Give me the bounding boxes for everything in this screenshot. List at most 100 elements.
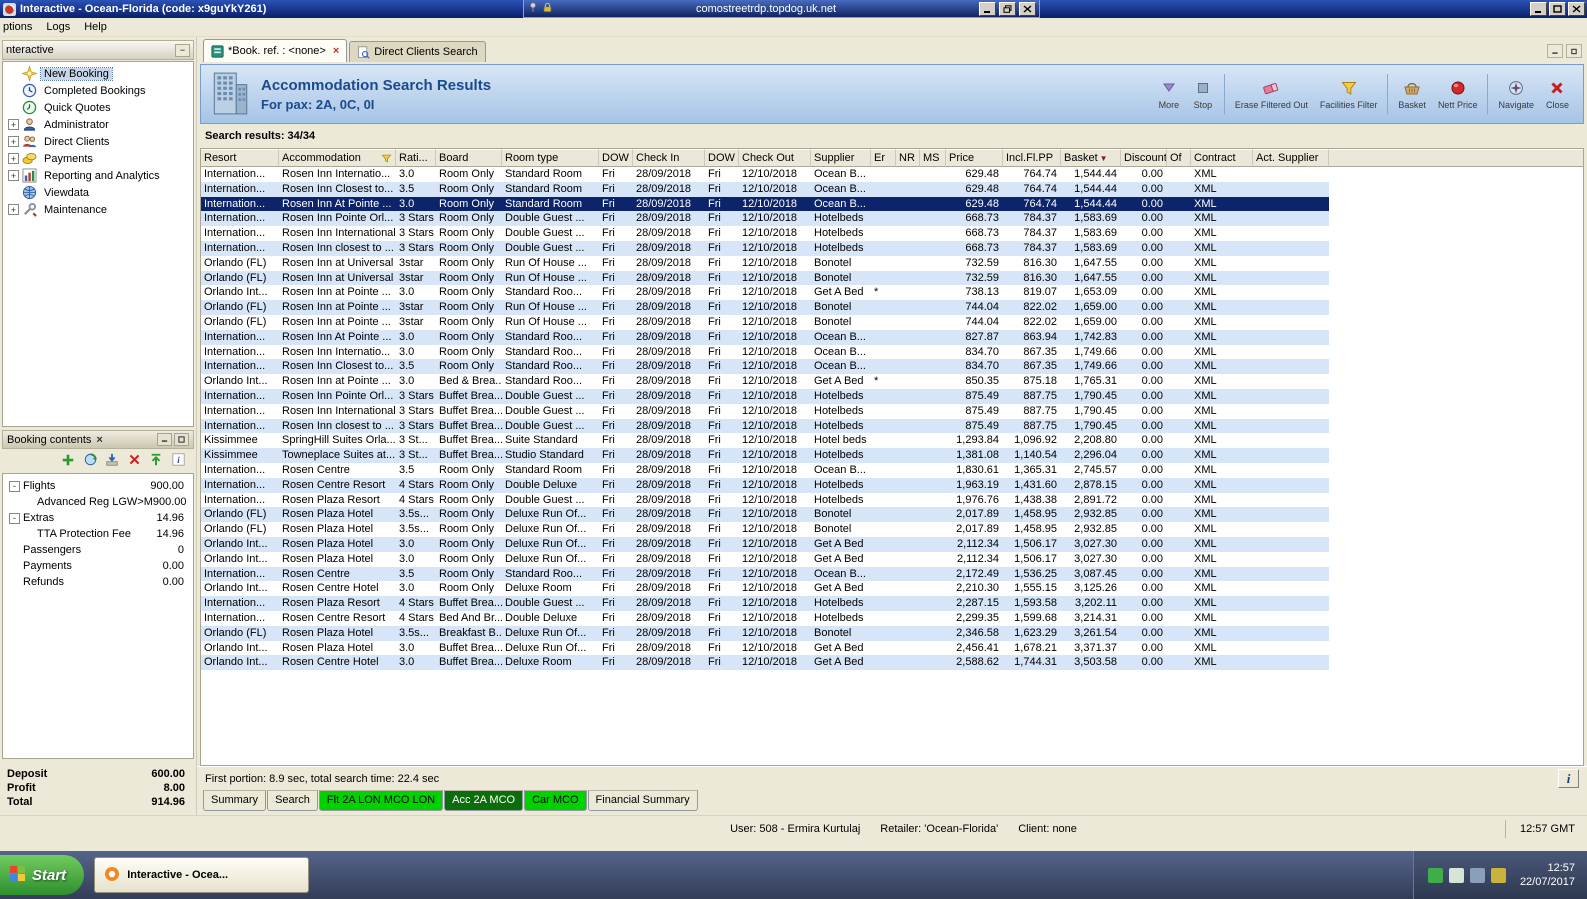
result-row[interactable]: Orlando (FL) Rosen Plaza Hotel 3.5s... Room… (201, 522, 1329, 537)
result-row[interactable]: Orlando Int... Rosen Centre Hotel 3.0 Buffe… (201, 655, 1329, 671)
delete-button[interactable] (125, 452, 143, 470)
sidebar-item-reporting-and-analytics[interactable]: + Reporting and Analytics (3, 167, 193, 184)
booking-tree-item[interactable]: Advanced Reg LGW>M 900.00 (3, 494, 193, 510)
bottom-tab-flt-2a-lon-mco-lon[interactable]: Flt 2A LON MCO LON (318, 790, 444, 811)
column-header-ms[interactable]: MS (920, 149, 946, 167)
result-row[interactable]: Internation... Rosen Inn Internatio... 3.0… (201, 167, 1329, 182)
expand-icon[interactable]: + (8, 204, 19, 215)
window-maximize-button[interactable] (1549, 2, 1566, 16)
expand-icon[interactable]: + (8, 119, 19, 130)
info-button[interactable]: i (169, 452, 187, 470)
result-row[interactable]: Internation... Rosen Inn Closest to... 3.5… (201, 359, 1329, 375)
window-minimize-button[interactable] (1530, 2, 1547, 16)
sidebar-item-viewdata[interactable]: Viewdata (3, 184, 193, 201)
sidebar-item-completed-bookings[interactable]: Completed Bookings (3, 82, 193, 99)
taskbar-clock[interactable]: 12:57 22/07/2017 (1520, 861, 1575, 889)
result-row[interactable]: Internation... Rosen Centre 3.5 Room Only St… (201, 463, 1329, 478)
sidebar-item-new-booking[interactable]: New Booking (3, 65, 193, 82)
rdp-minimize-button[interactable] (979, 1, 996, 16)
column-header-er[interactable]: Er (871, 149, 896, 167)
expand-icon[interactable]: + (8, 136, 19, 147)
result-row[interactable]: Orlando (FL) Rosen Inn at Universal 3star R… (201, 270, 1329, 286)
result-row[interactable]: Internation... Rosen Inn Internatio... 3.0… (201, 345, 1329, 360)
facilities-filter-button[interactable]: Facilities Filter (1314, 77, 1384, 112)
sidebar-item-administrator[interactable]: + Administrator (3, 116, 193, 133)
add-button[interactable] (59, 452, 77, 470)
navigate-button[interactable]: Navigate (1492, 77, 1540, 112)
bottom-tab-financial-summary[interactable]: Financial Summary (587, 790, 698, 811)
bottom-tab-car-mco[interactable]: Car MCO (524, 790, 587, 811)
window-close-button[interactable] (1568, 2, 1585, 16)
result-row[interactable]: Orlando Int... Rosen Inn at Pointe ... 3.0… (201, 374, 1329, 389)
result-row[interactable]: Orlando Int... Rosen Plaza Hotel 3.0 Room O… (201, 536, 1329, 552)
result-row[interactable]: Internation... Rosen Centre Resort 4 Stars… (201, 611, 1329, 626)
column-header-contract[interactable]: Contract (1191, 149, 1253, 167)
stop-button[interactable]: Stop (1186, 77, 1220, 112)
bottom-tab-acc-2a-mco[interactable]: Acc 2A MCO (444, 790, 524, 811)
result-row[interactable]: Internation... Rosen Inn Closest to... 3.5… (201, 181, 1329, 197)
result-row[interactable]: Orlando Int... Rosen Plaza Hotel 3.0 Room O… (201, 552, 1329, 567)
download-button[interactable] (103, 452, 121, 470)
sidebar-item-maintenance[interactable]: + Maintenance (3, 201, 193, 218)
nett-price-button[interactable]: Nett Price (1432, 77, 1484, 112)
tray-network-icon[interactable] (1427, 867, 1443, 883)
result-row[interactable]: Orlando Int... Rosen Plaza Hotel 3.0 Buffet… (201, 641, 1329, 656)
more-button[interactable]: More (1152, 77, 1186, 112)
booking-panel-maximize-button[interactable] (174, 433, 189, 446)
result-row[interactable]: Internation... Rosen Inn Pointe Orl... 3 S… (201, 211, 1329, 227)
erase-filtered-out-button[interactable]: Erase Filtered Out (1229, 77, 1314, 112)
result-row[interactable]: Kissimmee Towneplace Suites at... 3 St... B… (201, 448, 1329, 463)
result-row[interactable]: Internation... Rosen Inn International 3 S… (201, 404, 1329, 419)
column-header-incl-fl-pp[interactable]: Incl.Fl.PP (1003, 149, 1061, 167)
collapse-icon[interactable]: - (9, 512, 20, 524)
column-header-of[interactable]: Of (1167, 149, 1191, 167)
column-header-dow[interactable]: DOW (705, 149, 739, 167)
result-row[interactable]: Orlando (FL) Rosen Inn at Pointe ... 3star… (201, 315, 1329, 330)
child-minimize-button[interactable] (1547, 44, 1563, 58)
booking-tree-item[interactable]: TTA Protection Fee 14.96 (3, 526, 193, 542)
menu-item-ptions[interactable]: ptions (0, 19, 39, 35)
result-row[interactable]: Orlando Int... Rosen Centre Hotel 3.0 Room … (201, 581, 1329, 596)
result-row[interactable]: Internation... Rosen Inn closest to ... 3 … (201, 240, 1329, 256)
result-row[interactable]: Orlando Int... Rosen Inn at Pointe ... 3.0… (201, 285, 1329, 300)
booking-tree-item[interactable]: Passengers 0 (3, 542, 193, 558)
column-header-supplier[interactable]: Supplier (811, 149, 871, 167)
tab-book-ref-none[interactable]: *Book. ref. : <none> × (203, 39, 348, 62)
result-row[interactable]: Internation... Rosen Plaza Resort 4 Stars R… (201, 493, 1329, 508)
tab-direct-clients-search[interactable]: Direct Clients Search (349, 41, 486, 62)
column-header-accommodation[interactable]: Accommodation (279, 149, 396, 167)
booking-panel-minimize-button[interactable] (157, 433, 172, 446)
result-row[interactable]: Orlando (FL) Rosen Plaza Hotel 3.5s... Room… (201, 507, 1329, 523)
menu-item-help[interactable]: Help (81, 19, 114, 35)
booking-tree-item[interactable]: - Flights 900.00 (3, 478, 193, 494)
collapse-icon[interactable]: - (9, 480, 20, 492)
result-row[interactable]: Internation... Rosen Centre 3.5 Room Only St… (201, 566, 1329, 582)
tray-print-icon[interactable] (1469, 867, 1485, 883)
info-button[interactable]: i (1558, 769, 1579, 788)
result-row[interactable]: Internation... Rosen Inn International 3 S… (201, 226, 1329, 241)
column-header-board[interactable]: Board (436, 149, 502, 167)
refresh-button[interactable] (81, 452, 99, 470)
sidebar-item-direct-clients[interactable]: + Direct Clients (3, 133, 193, 150)
tray-volume-icon[interactable] (1490, 867, 1506, 883)
result-row[interactable]: Kissimmee SpringHill Suites Orla... 3 St..… (201, 433, 1329, 448)
bottom-tab-summary[interactable]: Summary (203, 790, 267, 811)
result-row[interactable]: Internation... Rosen Centre Resort 4 Stars… (201, 477, 1329, 493)
result-row[interactable]: Orlando (FL) Rosen Inn at Universal 3star R… (201, 256, 1329, 271)
column-header-price[interactable]: Price (946, 149, 1003, 167)
column-header-rati[interactable]: Rati... (396, 149, 436, 167)
tab-close-icon[interactable]: × (333, 45, 339, 57)
nav-panel-collapse-button[interactable]: − (175, 43, 190, 57)
rdp-restore-button[interactable] (999, 1, 1016, 16)
column-header-nr[interactable]: NR (896, 149, 920, 167)
sidebar-item-quick-quotes[interactable]: Quick Quotes (3, 99, 193, 116)
taskbar-task-button[interactable]: Interactive - Ocea... (94, 857, 310, 893)
result-row[interactable]: Internation... Rosen Plaza Resort 4 Stars B… (201, 596, 1329, 611)
child-restore-button[interactable] (1566, 44, 1582, 58)
menu-item-logs[interactable]: Logs (43, 19, 77, 35)
result-row[interactable]: Internation... Rosen Inn At Pointe ... 3.0… (201, 329, 1329, 345)
result-row[interactable]: Orlando (FL) Rosen Plaza Hotel 3.5s... Brea… (201, 625, 1329, 641)
bottom-tab-search[interactable]: Search (267, 790, 318, 811)
tray-mail-icon[interactable] (1448, 867, 1464, 883)
column-header-check-out[interactable]: Check Out (739, 149, 811, 167)
